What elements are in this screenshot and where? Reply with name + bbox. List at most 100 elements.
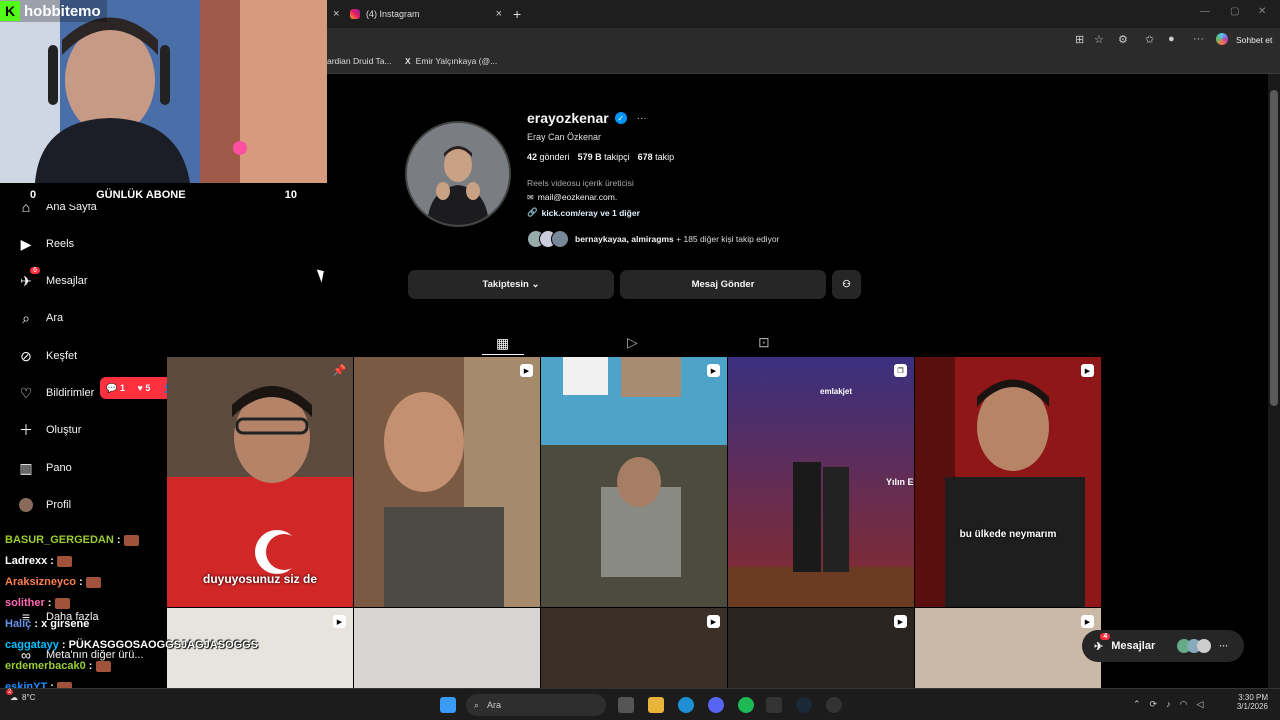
grid-post[interactable]: ▶ [728, 608, 914, 688]
sidebar-item-notifications[interactable]: ♡ Bildirimler [18, 381, 95, 405]
more-icon[interactable]: ··· [1193, 33, 1204, 45]
minimize-icon[interactable]: — [1200, 6, 1210, 17]
taskbar-search-label: Ara [487, 700, 502, 710]
more-icon: ··· [1219, 641, 1229, 651]
messages-dock-label: Mesajlar [1111, 640, 1156, 652]
sub-goal-target: 10 [284, 189, 297, 201]
maximize-icon[interactable]: ▢ [1230, 6, 1239, 17]
sync-icon[interactable]: ⟳ [1150, 699, 1158, 710]
chat-username: caggatayy [5, 639, 59, 651]
messages-dock[interactable]: ✈ 4 Mesajlar ··· [1082, 630, 1244, 662]
close-window-icon[interactable]: ✕ [1258, 6, 1266, 17]
chat-text: x girsene [41, 618, 90, 630]
scrollbar-thumb[interactable] [1270, 90, 1278, 406]
grid-post[interactable]: emlakjet Yılın Eray C ❐ [728, 357, 914, 607]
profile-full-name: Eray Can Özkenar [527, 132, 602, 142]
followed-by[interactable]: bernaykayaa, almiragms + 185 diğer kişi … [527, 230, 779, 248]
steam-icon[interactable] [796, 697, 812, 713]
close-icon[interactable]: × [496, 8, 502, 20]
task-view-icon[interactable] [618, 697, 634, 713]
terminal-icon[interactable] [766, 697, 782, 713]
favorite-item[interactable]: ardian Druid Ta... [327, 56, 392, 66]
star-icon[interactable]: ☆ [1094, 33, 1104, 46]
clock[interactable]: 3:30 PM 3/1/2026 [1232, 693, 1268, 711]
messenger-icon: ✈ 4 [1094, 632, 1111, 653]
weather-temp: 8°C [22, 693, 36, 702]
system-tray[interactable]: ⌃ ⟳ ♪ ◠ ◁ [1133, 699, 1203, 710]
edge-icon[interactable] [678, 697, 694, 713]
sidebar-item-messages[interactable]: ✈ 6 Mesajlar [18, 267, 88, 293]
chat-separator: : [113, 534, 124, 546]
profile-icon[interactable]: ● [1168, 33, 1175, 45]
grid-post[interactable]: ▶ bu ülkede neymarım [915, 357, 1101, 607]
sidebar-item-reels[interactable]: ▶ Reels [18, 232, 75, 256]
active-tab-indicator [482, 354, 524, 355]
volume-icon[interactable]: ◁ [1196, 699, 1203, 710]
sidebar-item-label: Mesajlar [46, 275, 88, 287]
chevron-up-icon[interactable]: ⌃ [1133, 699, 1141, 710]
follower-avatars [527, 230, 569, 248]
chat-message: Araksizneyco : [5, 576, 101, 588]
grid-post[interactable]: 📌 duyuyosunuz siz de [167, 357, 353, 607]
close-icon[interactable]: × [333, 8, 339, 20]
tab-tagged-icon[interactable]: ⊡ [758, 334, 770, 351]
tab-posts-grid-icon[interactable]: ▦ [496, 335, 509, 352]
mic-icon[interactable]: ♪ [1166, 699, 1171, 710]
tab-instagram[interactable]: (4) Instagram × [350, 4, 502, 24]
send-message-button[interactable]: Mesaj Gönder [620, 270, 826, 299]
app-available-icon[interactable]: ⊞ [1075, 33, 1084, 46]
chat-separator: : [85, 660, 96, 672]
sidebar-item-explore[interactable]: ⊘ Keşfet [18, 344, 77, 368]
sub-goal-bar: 0 GÜNLÜK ABONE 10 [0, 186, 327, 204]
favorites-icon[interactable]: ✩ [1145, 33, 1154, 46]
grid-post[interactable]: ▶ [541, 608, 727, 688]
reel-icon: ▶ [1081, 364, 1094, 377]
discord-icon[interactable] [708, 697, 724, 713]
post-thumbnail [915, 357, 1101, 607]
following-button[interactable]: Takiptesin ⌄ [408, 270, 614, 299]
sidebar-item-dashboard[interactable]: ▥ Pano [18, 456, 72, 480]
grid-post[interactable]: ▶ [541, 357, 727, 607]
obs-icon[interactable] [826, 697, 842, 713]
suggest-user-button[interactable]: ⚇ [832, 270, 861, 299]
profile-stats: 42 gönderi 579 B takipçi 678 takip [527, 152, 674, 162]
sidebar-item-label: Pano [46, 462, 72, 474]
spotify-icon[interactable] [738, 697, 754, 713]
new-tab-button[interactable]: + [513, 4, 521, 24]
extensions-icon[interactable]: ⚙ [1118, 33, 1128, 46]
sidebar-item-label: Reels [46, 238, 75, 250]
followers-stat[interactable]: 579 B takipçi [578, 152, 630, 162]
envelope-icon: ✉ [527, 192, 534, 202]
sidebar-item-create[interactable]: ＋ Oluştur [18, 418, 81, 442]
sidebar-item-search[interactable]: ⌕ Ara [18, 306, 63, 330]
avatar-photo [407, 123, 509, 225]
favorite-item[interactable]: X Emir Yalçınkaya (@... [405, 56, 497, 66]
windows-start-icon[interactable] [440, 697, 456, 713]
copilot-button[interactable]: Sohbet et [1236, 35, 1272, 45]
chat-username: Araksizneyco [5, 576, 76, 588]
grid-post[interactable] [354, 608, 540, 688]
chat-username: solither [5, 597, 45, 609]
sidebar-item-profile[interactable]: Profil [18, 493, 71, 517]
chat-separator: : [75, 576, 86, 588]
copilot-icon[interactable] [1216, 33, 1228, 45]
profile-link[interactable]: 🔗 kick.com/eray ve 1 diğer [527, 207, 640, 218]
tab-close-left[interactable]: × [333, 4, 339, 24]
weather-widget[interactable]: ☁ 2 8°C [6, 689, 36, 702]
chat-username: Haliç [5, 618, 32, 630]
chat-separator: : [44, 597, 55, 609]
posts-stat[interactable]: 42 gönderi [527, 152, 570, 162]
options-icon[interactable]: ··· [637, 113, 647, 124]
profile-avatar[interactable] [405, 121, 511, 227]
grid-post[interactable]: ▶ [354, 357, 540, 607]
following-stat[interactable]: 678 takip [638, 152, 675, 162]
wifi-icon[interactable]: ◠ [1180, 699, 1188, 710]
chat-username: erdemerbacak0 [5, 660, 86, 672]
grid-post[interactable]: ▶ [915, 608, 1101, 688]
tab-reels-icon[interactable]: ▷ [627, 334, 638, 351]
kick-logo-icon: K [0, 1, 20, 21]
taskbar-search[interactable]: ⌕ Ara [466, 694, 606, 716]
chat-separator: : [31, 618, 42, 630]
clock-time: 3:30 PM [1238, 693, 1268, 702]
file-explorer-icon[interactable] [648, 697, 664, 713]
